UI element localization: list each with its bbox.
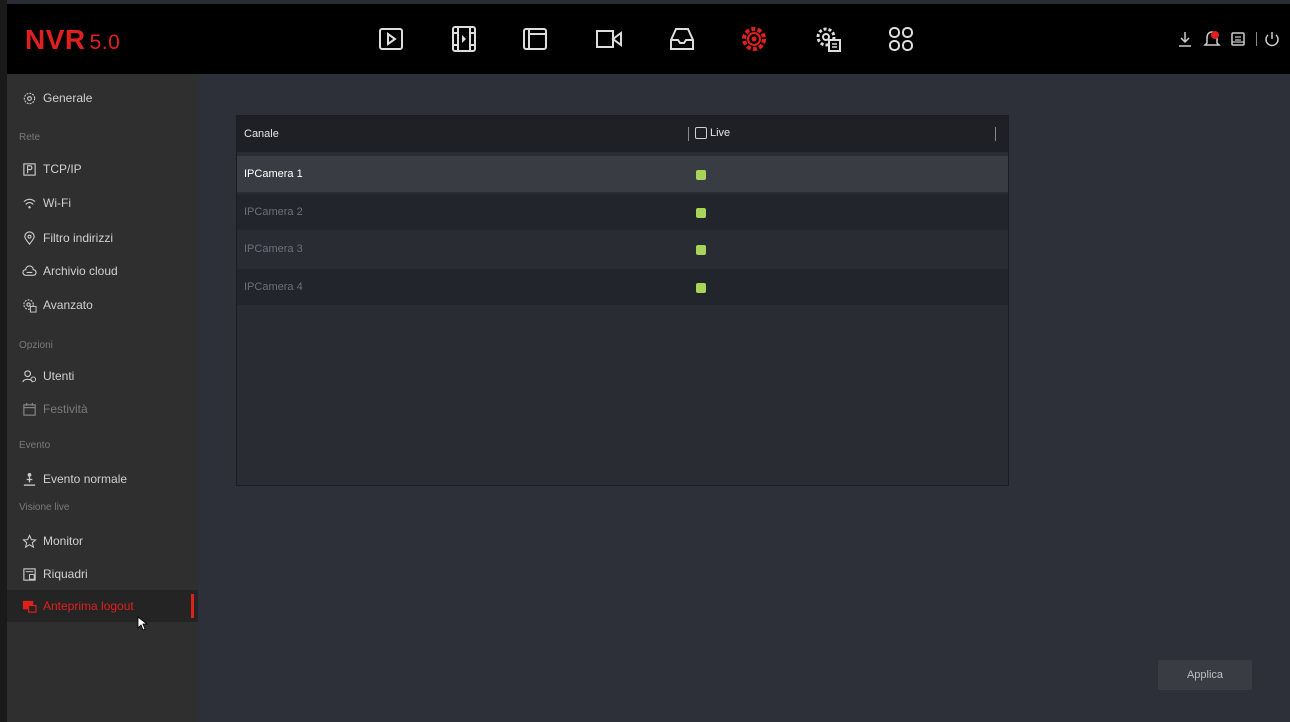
live-status-indicator[interactable] [696, 283, 706, 293]
active-indicator [191, 594, 194, 618]
download-icon[interactable] [1174, 28, 1196, 50]
playback-icon[interactable] [376, 24, 406, 54]
table-row[interactable]: IPCamera 2 [237, 194, 1008, 230]
brand-logo: NVR 5.0 [25, 24, 121, 55]
column-divider [995, 127, 996, 141]
sidebar-item-label: Evento normale [43, 472, 128, 486]
sidebar-item-label: Generale [43, 91, 93, 105]
settings-icon[interactable] [739, 24, 769, 54]
location-pin-icon [21, 230, 37, 246]
sidebar-item-monitor[interactable]: Monitor [7, 525, 198, 557]
sidebar-item-ip-filter[interactable]: Filtro indirizzi [7, 222, 198, 254]
section-heading-options: Opzioni [19, 340, 53, 351]
select-all-live-checkbox[interactable] [695, 127, 707, 139]
sidebar-item-label: Avanzato [43, 298, 93, 312]
sidebar-item-users[interactable]: Utenti [7, 360, 198, 392]
sidebar-item-label: TCP/IP [43, 162, 82, 176]
star-icon [21, 533, 37, 549]
sidebar-item-wifi[interactable]: Wi-Fi [7, 187, 198, 219]
power-icon[interactable] [1261, 28, 1283, 50]
app-window: NVR 5.0 Generale Rete TCP/IP Wi-Fi Filtr… [7, 4, 1290, 722]
sidebar-item-label: Utenti [43, 369, 75, 383]
sidebar-item-label: Wi-Fi [43, 196, 71, 210]
sidebar-item-label: Festività [43, 402, 88, 416]
message-icon[interactable] [1227, 28, 1249, 50]
sidebar-item-label: Filtro indirizzi [43, 231, 114, 245]
live-status-indicator[interactable] [696, 170, 706, 180]
users-icon [21, 368, 37, 384]
channel-name: IPCamera 2 [244, 206, 303, 218]
table-header: Canale Live [237, 116, 1008, 152]
live-status-indicator[interactable] [696, 245, 706, 255]
alarm-icon[interactable] [1201, 28, 1223, 50]
live-status-indicator[interactable] [696, 208, 706, 218]
wifi-icon [21, 195, 37, 211]
section-heading-network: Rete [19, 132, 41, 143]
sidebar-item-panes[interactable]: Riquadri [7, 558, 198, 590]
table-row[interactable]: IPCamera 1 [237, 156, 1008, 192]
calendar-icon [21, 401, 37, 417]
sidebar: Generale Rete TCP/IP Wi-Fi Filtro indiri… [7, 74, 198, 722]
column-header-live[interactable]: Live [695, 127, 730, 139]
channel-name: IPCamera 1 [244, 168, 303, 180]
top-bar: NVR 5.0 [7, 4, 1290, 74]
channel-name: IPCamera 4 [244, 281, 303, 293]
sidebar-item-holidays[interactable]: Festività [7, 393, 198, 425]
mouse-cursor-icon [137, 616, 149, 631]
sidebar-item-advanced[interactable]: Avanzato [7, 289, 198, 321]
apps-grid-icon[interactable] [886, 24, 916, 54]
panes-icon [21, 566, 37, 582]
sidebar-item-label: Monitor [43, 534, 84, 548]
column-header-live-label: Live [710, 127, 731, 139]
table-row[interactable]: IPCamera 4 [237, 269, 1008, 305]
sidebar-item-label: Archivio cloud [43, 264, 118, 278]
camera-icon[interactable] [594, 24, 624, 54]
column-divider [688, 127, 689, 141]
sidebar-item-logout-preview[interactable]: Anteprima logout [7, 590, 198, 622]
section-heading-live-view: Visione live [19, 502, 70, 513]
toolbar-separator [1256, 32, 1257, 46]
channel-name: IPCamera 3 [244, 243, 303, 255]
sidebar-item-label: Riquadri [43, 567, 88, 581]
video-clip-icon[interactable] [449, 24, 479, 54]
sidebar-item-label: Anteprima logout [43, 599, 134, 613]
sidebar-item-cloud[interactable]: Archivio cloud [7, 255, 198, 287]
sidebar-item-normal-event[interactable]: Evento normale [7, 463, 198, 495]
table-row[interactable]: IPCamera 3 [237, 231, 1008, 267]
cloud-icon [21, 263, 37, 279]
advanced-gear-icon [21, 297, 37, 313]
parking-p-icon [21, 161, 37, 177]
sidebar-item-general[interactable]: Generale [7, 82, 198, 114]
monitor-preview-icon [21, 598, 37, 614]
channel-table: Canale Live IPCamera 1 IPCamera 2 IPCame… [236, 115, 1009, 486]
event-person-icon [21, 471, 37, 487]
folder-icon[interactable] [520, 24, 550, 54]
section-heading-event: Evento [19, 440, 51, 451]
column-header-channel: Canale [244, 128, 279, 140]
sidebar-item-tcpip[interactable]: TCP/IP [7, 153, 198, 185]
advanced-settings-icon[interactable] [813, 24, 843, 54]
storage-icon[interactable] [667, 24, 697, 54]
apply-button[interactable]: Applica [1158, 660, 1252, 690]
gear-icon [21, 90, 37, 106]
